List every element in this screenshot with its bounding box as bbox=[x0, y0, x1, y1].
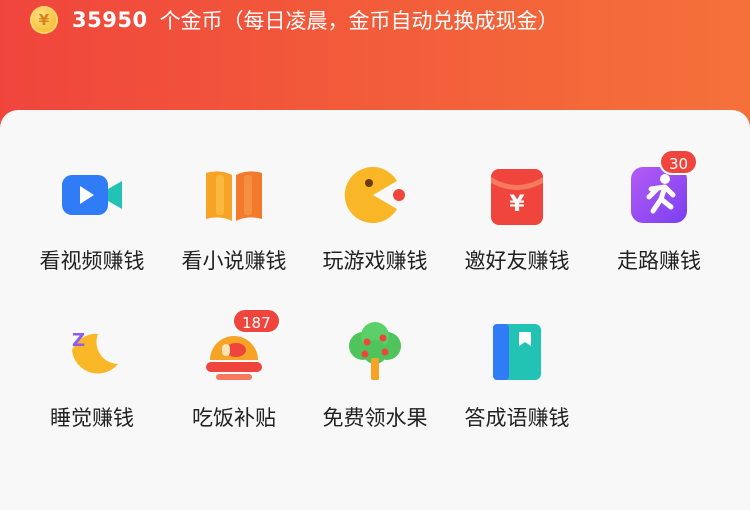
coin-count: 35950 bbox=[72, 8, 148, 32]
gold-coin-icon: ¥ bbox=[30, 6, 58, 34]
task-label: 睡觉赚钱 bbox=[50, 406, 134, 430]
meal-count-badge: 187 bbox=[232, 308, 281, 334]
task-meal-subsidy[interactable]: 187 吃饭补贴 bbox=[164, 308, 304, 460]
pacman-game-icon bbox=[343, 163, 407, 227]
task-sleep[interactable]: Z 睡觉赚钱 bbox=[22, 320, 162, 460]
task-idiom-quiz[interactable]: 答成语赚钱 bbox=[447, 320, 587, 460]
svg-text:¥: ¥ bbox=[509, 192, 525, 217]
task-label: 免费领水果 bbox=[322, 406, 428, 430]
moon-sleep-icon: Z bbox=[60, 320, 124, 384]
notebook-icon bbox=[485, 320, 549, 384]
book-icon bbox=[202, 163, 266, 227]
task-walk[interactable]: 30 走路赚钱 bbox=[589, 149, 729, 303]
task-label: 答成语赚钱 bbox=[464, 406, 570, 430]
coin-balance-row: ¥ 35950 个金币（每日凌晨，金币自动兑换成现金） bbox=[30, 4, 559, 36]
red-envelope-icon: ¥ bbox=[485, 163, 549, 227]
video-camera-icon bbox=[60, 163, 124, 227]
fruit-tree-icon bbox=[343, 320, 407, 384]
task-label: 看小说赚钱 bbox=[181, 249, 287, 273]
task-card: 看视频赚钱 看小说赚钱 玩游戏赚钱 ¥ 邀好友赚钱 30 走路赚钱 Z 睡觉赚钱… bbox=[0, 110, 750, 510]
task-label: 走路赚钱 bbox=[617, 249, 701, 273]
step-count-badge: 30 bbox=[659, 149, 699, 175]
task-play-game[interactable]: 玩游戏赚钱 bbox=[305, 163, 445, 303]
task-read-novel[interactable]: 看小说赚钱 bbox=[164, 163, 304, 303]
task-invite-friends[interactable]: ¥ 邀好友赚钱 bbox=[447, 163, 587, 303]
task-label: 邀好友赚钱 bbox=[464, 249, 570, 273]
task-label: 看视频赚钱 bbox=[39, 249, 145, 273]
task-free-fruit[interactable]: 免费领水果 bbox=[305, 320, 445, 460]
task-label: 玩游戏赚钱 bbox=[322, 249, 428, 273]
svg-text:Z: Z bbox=[72, 330, 85, 351]
coin-description: 个金币（每日凌晨，金币自动兑换成现金） bbox=[159, 9, 559, 33]
task-label: 吃饭补贴 bbox=[192, 406, 276, 430]
task-watch-video[interactable]: 看视频赚钱 bbox=[22, 163, 162, 303]
